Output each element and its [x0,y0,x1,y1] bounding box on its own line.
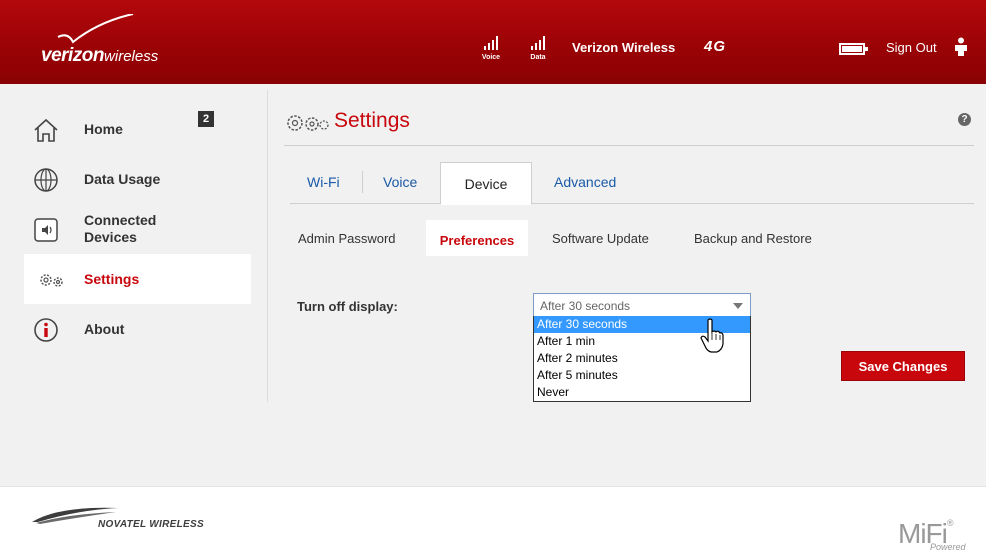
sidebar-item-settings[interactable]: Settings [24,254,251,304]
sidebar-nav: Home Data Usage Connected Devices Settin… [24,104,251,354]
dropdown-option[interactable]: After 5 minutes [534,367,750,384]
globe-icon [34,168,58,192]
logo-wordmark: verizonwireless [41,45,159,66]
data-signal-indicator: Data [523,34,553,68]
help-icon[interactable]: ? [958,113,971,126]
mifi-powered-label: Powered [930,542,966,552]
turn-off-display-select[interactable]: After 30 seconds [533,293,751,317]
checkmark-icon [57,14,134,44]
carrier-name: Verizon Wireless [572,40,676,55]
tab-separator [362,171,363,193]
info-icon [34,318,58,342]
sidebar-item-data-usage[interactable]: Data Usage [24,154,251,204]
subtab-admin-password[interactable]: Admin Password [298,231,396,246]
save-changes-button[interactable]: Save Changes [841,351,965,381]
voice-label: Voice [481,54,501,61]
sidebar-item-about[interactable]: About [24,304,251,354]
novatel-brand: NOVATEL WIRELESS [98,519,204,530]
sidebar-item-label: Home [84,120,123,137]
sidebar-item-label: Data Usage [84,170,161,187]
turn-off-display-label: Turn off display: [297,299,398,314]
tab-wifi[interactable]: Wi-Fi [307,174,340,190]
network-type: 4G [704,38,727,55]
sidebar-item-label: Connected Devices [84,212,157,245]
sidebar-item-connected-devices[interactable]: Connected Devices [24,204,251,254]
speaker-icon [34,218,58,242]
subtab-backup-restore[interactable]: Backup and Restore [694,231,812,246]
hand-pointer-icon [700,318,724,353]
connected-devices-count-badge: 2 [198,111,214,127]
gears-icon [287,115,329,131]
user-icon[interactable] [954,37,968,57]
home-icon [34,118,58,142]
top-header: verizonwireless Voice Data Verizon Wirel… [0,0,986,84]
signal-bars-icon [523,34,553,50]
tab-device[interactable]: Device [440,162,532,205]
page-title: Settings [334,109,410,132]
subtab-software-update[interactable]: Software Update [552,231,649,246]
sidebar-item-label: About [84,320,125,337]
tab-voice[interactable]: Voice [383,174,417,190]
battery-icon [839,43,868,55]
verizon-logo[interactable]: verizonwireless [38,14,198,70]
nav-divider [267,90,268,402]
dropdown-option[interactable]: Never [534,384,750,401]
sidebar-item-home[interactable]: Home [24,104,251,154]
chevron-down-icon[interactable] [733,303,743,309]
data-label: Data [530,54,546,61]
sign-out-link[interactable]: Sign Out [886,40,937,55]
subtab-preferences[interactable]: Preferences [426,220,528,256]
page-title-row: Settings [284,108,974,146]
select-value: After 30 seconds [540,299,631,313]
tab-advanced[interactable]: Advanced [554,174,616,190]
gears-icon [40,274,63,287]
device-subtabs: Admin Password Preferences Software Upda… [284,220,884,256]
sidebar-item-label: Settings [84,270,140,287]
signal-bars-icon [476,34,506,50]
voice-signal-indicator: Voice [476,34,506,68]
settings-tabs: Wi-Fi Voice Device Advanced [290,162,974,205]
